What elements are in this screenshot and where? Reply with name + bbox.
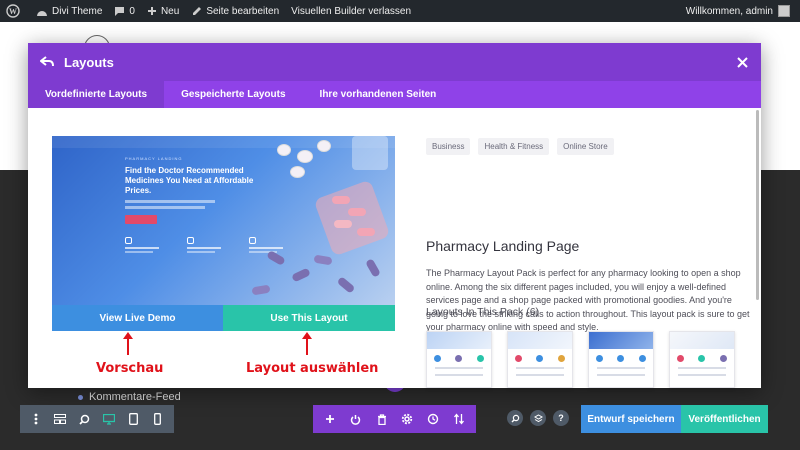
view-live-demo-button[interactable]: View Live Demo [52,305,223,331]
admin-bar: W Divi Theme 0 Neu Seite bearbeiten Visu… [0,0,800,22]
modal-body: PHARMACY LANDING Find the Doctor Recomme… [28,108,761,388]
account-menu[interactable]: Willkommen, admin [686,5,800,17]
welcome-text: Willkommen, admin [685,5,773,17]
avatar [778,5,790,17]
pill-graphic [357,228,375,236]
dashboard-icon [37,10,47,16]
tab-existing-pages[interactable]: Ihre vorhandenen Seiten [303,81,454,108]
save-draft-button[interactable]: Entwurf speichern [581,405,681,433]
layout-preview-image: PHARMACY LANDING Find the Doctor Recomme… [52,136,395,305]
new-label: Neu [160,5,180,17]
power-icon[interactable] [349,412,363,426]
comments-link[interactable]: 0 [108,0,141,22]
feed-link[interactable]: Kommentare-Feed [78,391,181,403]
tag-online-store[interactable]: Online Store [557,138,614,155]
pill-graphic [277,144,291,156]
annotation-arrow-icon [123,332,133,355]
layouts-modal: Layouts Vordefinierte Layouts Gespeicher… [28,43,761,388]
modal-title: Layouts [64,54,114,70]
zoom-icon[interactable] [78,412,92,426]
preview-feature [187,237,227,261]
exit-builder-label: Visuellen Builder verlassen [291,5,412,17]
wordpress-icon: W [6,4,20,18]
site-name-link[interactable]: Divi Theme [30,0,108,22]
utility-icons: ? [507,410,576,426]
pill-graphic [365,258,381,278]
publish-button[interactable]: Veröffentlichen [681,405,768,433]
view-mode-bar [20,405,174,433]
tag-business[interactable]: Business [426,138,471,155]
feed-link-label: Kommentare-Feed [89,391,181,403]
gear-icon[interactable] [400,412,414,426]
comment-icon [115,6,125,16]
close-icon[interactable] [735,55,749,69]
wireframe-icon[interactable] [53,412,67,426]
site-name: Divi Theme [52,5,103,17]
pill-graphic [334,220,352,228]
page-settings-bar [313,405,476,433]
phone-icon[interactable] [151,412,165,426]
pencil-icon [193,6,202,15]
new-link[interactable]: Neu [141,0,185,22]
tablet-icon[interactable] [126,412,140,426]
preview-kicker: PHARMACY LANDING [125,156,183,161]
trash-icon[interactable] [375,412,389,426]
tag-health-fitness[interactable]: Health & Fitness [478,138,550,155]
exit-builder-link[interactable]: Visuellen Builder verlassen [285,0,417,22]
pill-graphic [291,267,311,283]
pill-graphic [317,140,331,152]
layers-icon[interactable] [530,410,546,426]
preview-cta [125,215,157,224]
modal-header: Layouts [28,43,761,81]
pill-graphic [297,150,313,163]
preview-nav [52,136,395,148]
pill-graphic [336,276,356,294]
layout-description: The Pharmacy Layout Pack is perfect for … [426,268,750,332]
pill-graphic [251,284,271,296]
bullet-icon [78,394,83,400]
add-icon[interactable] [323,412,337,426]
tab-predefined-layouts[interactable]: Vordefinierte Layouts [28,81,165,108]
modal-tabs: Vordefinierte Layouts Gespeicherte Layou… [28,81,761,108]
pill-graphic [290,166,305,178]
pill-graphic [348,208,366,216]
annotation-arrow-icon [302,332,312,355]
preview-headline: Find the Doctor Recommended Medicines Yo… [125,166,254,195]
help-icon[interactable]: ? [553,410,569,426]
pill-graphic [313,254,333,266]
search-icon[interactable] [507,410,523,426]
layout-name: Pharmacy Landing Page [426,238,580,254]
svg-text:W: W [9,7,17,16]
comments-count: 0 [129,5,135,17]
preview-text-line [125,206,205,209]
use-this-layout-button[interactable]: Use This Layout [223,305,395,331]
category-tags: Business Health & Fitness Online Store [426,138,622,155]
annotation-select-layout: Layout auswählen [246,361,379,376]
history-icon[interactable] [426,412,440,426]
tab-saved-layouts[interactable]: Gespeicherte Layouts [164,81,302,108]
pill-graphic [332,196,350,204]
back-arrow-icon[interactable] [40,54,56,70]
preview-feature [125,237,165,261]
scrollbar[interactable] [756,110,759,300]
annotation-preview: Vorschau [96,361,164,376]
edit-page-label: Seite bearbeiten [206,5,280,17]
more-vertical-icon[interactable] [29,412,43,426]
bottle-graphic [313,179,391,257]
bottle-graphic [352,136,388,170]
plus-icon [147,7,156,15]
wordpress-logo[interactable]: W [0,0,30,22]
preview-text-line [125,200,215,203]
desktop-icon[interactable] [102,412,116,426]
portability-icon[interactable] [452,412,466,426]
edit-page-link[interactable]: Seite bearbeiten [185,0,285,22]
